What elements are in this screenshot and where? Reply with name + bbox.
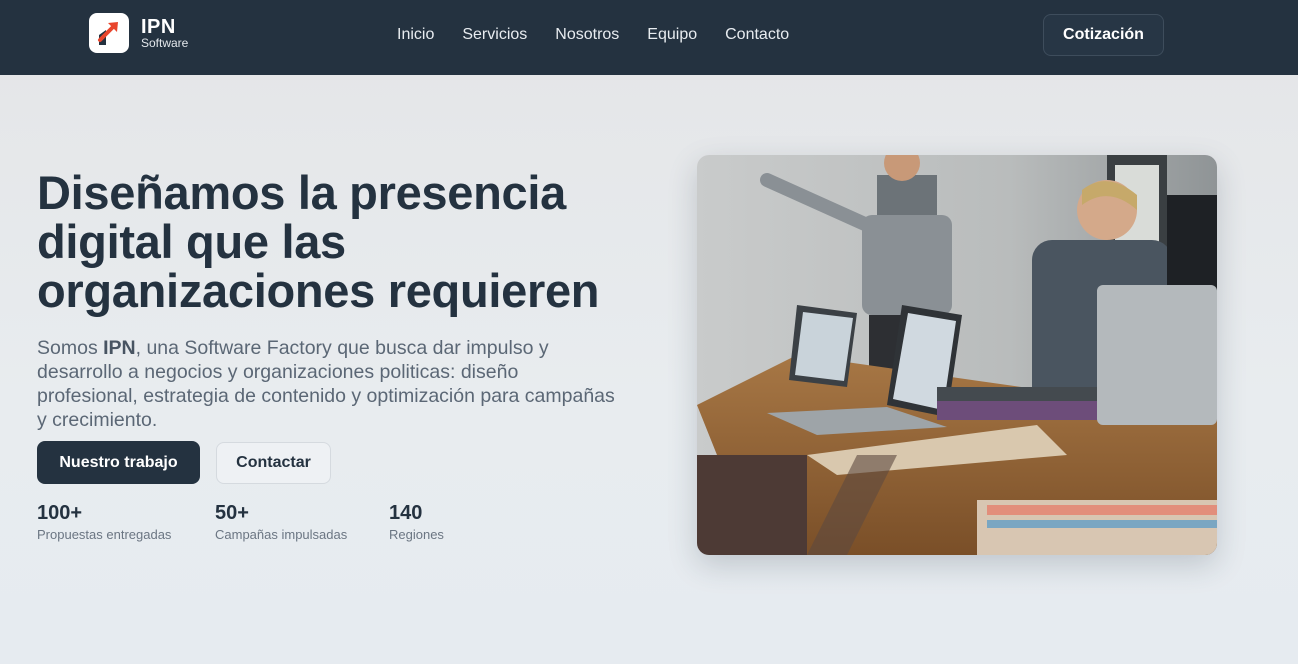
hero-description: Somos IPN, una Software Factory que busc…: [37, 336, 617, 432]
hero-desc-brand: IPN: [103, 337, 136, 359]
main-nav: Inicio Servicios Nosotros Equipo Contact…: [397, 24, 817, 46]
hero-desc-prefix: Somos: [37, 337, 104, 359]
nav-link-servicios[interactable]: Servicios: [462, 24, 527, 46]
stat-label: Propuestas entregadas: [37, 527, 172, 542]
stat-label: Regiones: [389, 527, 444, 542]
contact-button[interactable]: Contactar: [216, 442, 331, 484]
our-work-button[interactable]: Nuestro trabajo: [37, 441, 200, 484]
rising-arrow-logo-icon: [89, 13, 129, 53]
nav-link-equipo[interactable]: Equipo: [647, 24, 697, 46]
nav-link-nosotros[interactable]: Nosotros: [555, 24, 619, 46]
navbar: IPN Software Inicio Servicios Nosotros E…: [0, 0, 1298, 75]
stat-value: 50+: [215, 502, 249, 524]
quote-button[interactable]: Cotización: [1043, 14, 1164, 56]
nav-link-contacto[interactable]: Contacto: [725, 24, 789, 46]
brand[interactable]: IPN Software: [89, 13, 188, 53]
brand-subtitle: Software: [141, 35, 189, 50]
nav-link-inicio[interactable]: Inicio: [397, 24, 434, 46]
hero-team-meeting-photo: [697, 155, 1217, 555]
stat-value: 100+: [37, 502, 83, 524]
hero-title: Diseñamos la presencia digital que las o…: [37, 166, 600, 317]
stat-value: 140: [389, 502, 423, 524]
stat-campaigns: 50+ Campañas impulsadas: [215, 502, 347, 542]
stat-label: Campañas impulsadas: [215, 527, 348, 542]
stat-regions: 140 Regiones: [389, 502, 444, 542]
brand-name: IPN: [141, 15, 176, 38]
stat-proposals: 100+ Propuestas entregadas: [37, 502, 171, 542]
